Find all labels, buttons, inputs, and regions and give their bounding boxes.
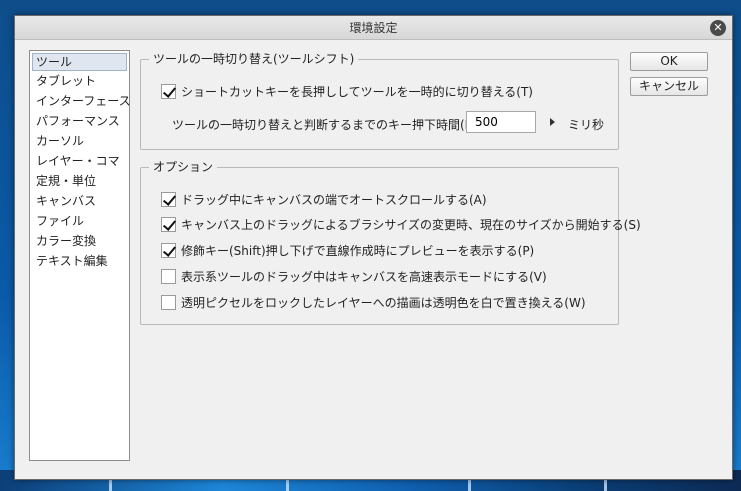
option-fast-display-mode[interactable]: 表示系ツールのドラッグ中はキャンバスを高速表示モードにする(V) xyxy=(161,268,547,284)
nav-item-tool[interactable]: ツール xyxy=(32,53,127,71)
nav-item-cursor[interactable]: カーソル xyxy=(30,131,129,151)
option-label: キャンバス上のドラッグによるブラシサイズの変更時、現在のサイズから開始する(S) xyxy=(181,217,641,232)
triangle-right-icon[interactable] xyxy=(550,118,555,126)
options-group: オプション ドラッグ中にキャンバスの端でオートスクロールする(A) キャンバス上… xyxy=(140,160,641,325)
close-icon[interactable]: ✕ xyxy=(710,20,726,36)
tool-shift-legend: ツールの一時切り替え(ツールシフト) xyxy=(149,52,359,66)
nav-item-tablet[interactable]: タブレット xyxy=(30,71,129,91)
option-transparent-to-white[interactable]: 透明ピクセルをロックしたレイヤーへの描画は透明色を白で置き換える(W) xyxy=(161,294,586,310)
title-bar: 環境設定 xyxy=(15,16,732,40)
checkmark-icon[interactable] xyxy=(161,242,176,258)
key-press-time-label: ツールの一時切り替えと判断するまでのキー押下時間(K): xyxy=(172,118,482,132)
checkmark-icon[interactable] xyxy=(161,216,176,232)
nav-item-canvas[interactable]: キャンバス xyxy=(30,191,129,211)
nav-item-layer-frame[interactable]: レイヤー・コマ xyxy=(30,151,129,171)
nav-item-file[interactable]: ファイル xyxy=(30,211,129,231)
nav-item-text-edit[interactable]: テキスト編集 xyxy=(30,251,129,271)
nav-item-ruler-units[interactable]: 定規・単位 xyxy=(30,171,129,191)
tool-shift-group: ツールの一時切り替え(ツールシフト) ショートカットキーを長押ししてツールを一時… xyxy=(140,52,619,150)
option-label: 透明ピクセルをロックしたレイヤーへの描画は透明色を白で置き換える(W) xyxy=(181,295,586,310)
checkmark-icon[interactable] xyxy=(161,191,176,207)
checkbox-empty[interactable] xyxy=(161,294,176,310)
option-label: 修飾キー(Shift)押し下げで直線作成時にプレビューを表示する(P) xyxy=(181,243,535,258)
tool-shift-checkbox-label: ショートカットキーを長押ししてツールを一時的に切り替える(T) xyxy=(181,84,533,99)
nav-item-performance[interactable]: パフォーマンス xyxy=(30,111,129,131)
time-unit: ミリ秒 xyxy=(568,118,605,132)
cancel-button[interactable]: キャンセル xyxy=(630,77,708,96)
option-auto-scroll[interactable]: ドラッグ中にキャンバスの端でオートスクロールする(A) xyxy=(161,191,487,207)
option-label: 表示系ツールのドラッグ中はキャンバスを高速表示モードにする(V) xyxy=(181,269,547,284)
option-label: ドラッグ中にキャンバスの端でオートスクロールする(A) xyxy=(181,192,487,207)
nav-item-color-conversion[interactable]: カラー変換 xyxy=(30,231,129,251)
window-title: 環境設定 xyxy=(349,21,398,35)
option-shift-line-preview[interactable]: 修飾キー(Shift)押し下げで直線作成時にプレビューを表示する(P) xyxy=(161,242,534,258)
ok-button[interactable]: OK xyxy=(630,52,708,71)
options-legend: オプション xyxy=(149,160,218,174)
tool-shift-option[interactable]: ショートカットキーを長押ししてツールを一時的に切り替える(T) xyxy=(161,83,533,99)
key-press-time-input[interactable] xyxy=(466,111,536,133)
checkmark-icon[interactable] xyxy=(161,83,176,99)
option-brush-size-start[interactable]: キャンバス上のドラッグによるブラシサイズの変更時、現在のサイズから開始する(S) xyxy=(161,216,641,232)
category-list: ツール タブレット インターフェース パフォーマンス カーソル レイヤー・コマ … xyxy=(29,50,131,461)
nav-item-interface[interactable]: インターフェース xyxy=(30,91,131,111)
preferences-dialog: 環境設定 ✕ ツール タブレット インターフェース パフォーマンス カーソル レ… xyxy=(14,15,733,480)
checkbox-empty[interactable] xyxy=(161,268,176,284)
